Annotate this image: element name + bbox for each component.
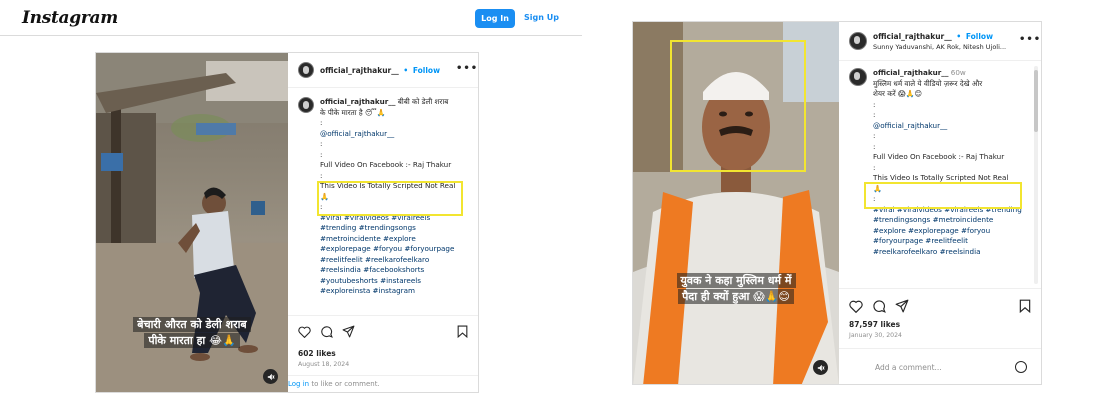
action-bar bbox=[298, 325, 355, 338]
highlight-box bbox=[670, 40, 806, 172]
follow-dot: • bbox=[956, 32, 962, 41]
emoji-icon[interactable] bbox=[1015, 361, 1027, 373]
caption-hashtags[interactable]: #explorepage #foryou #foryourpage bbox=[320, 244, 472, 255]
audio-credits[interactable]: Sunny Yaduvanshi, AK Rok, Nitesh Ujoli..… bbox=[873, 43, 1006, 51]
overlay-line-1: युवक ने कहा मुस्लिम धर्म में bbox=[676, 273, 796, 288]
caption-hashtags[interactable]: #reelsindia #facebookshorts bbox=[320, 265, 472, 276]
bookmark-icon bbox=[1019, 299, 1031, 313]
footer-separator bbox=[288, 375, 478, 376]
caption: official_rajthakur__ 60w मुस्लिम धर्म वा… bbox=[873, 68, 1033, 257]
caption-hashtags[interactable]: #reelitfeelit #reelkarofeelkaro bbox=[320, 255, 472, 266]
caption-colon: : bbox=[873, 131, 876, 140]
follow-button[interactable]: Follow bbox=[966, 32, 993, 41]
caption-full-video: Full Video On Facebook :- Raj Thakur bbox=[873, 152, 1005, 161]
mute-button[interactable] bbox=[813, 360, 828, 375]
caption-hashtags[interactable]: #trendingsongs #metroincidente bbox=[873, 215, 1033, 226]
comment-icon[interactable] bbox=[320, 325, 333, 338]
video-overlay-caption: युवक ने कहा मुस्लिम धर्म में पैदा ही क्य… bbox=[639, 273, 833, 304]
post-header-username: official_rajthakur__ • Follow bbox=[873, 32, 993, 41]
post-card-right: युवक ने कहा मुस्लिम धर्म में पैदा ही क्य… bbox=[632, 21, 1042, 385]
caption-text-line1: मुस्लिम धर्म वाले ये वीडियो ज़रूर देखे औ… bbox=[873, 78, 983, 88]
caption-hashtags[interactable]: #youtubeshorts #instareels bbox=[320, 276, 472, 287]
heart-icon[interactable] bbox=[298, 326, 311, 338]
post-video[interactable]: युवक ने कहा मुस्लिम धर्म में पैदा ही क्य… bbox=[633, 22, 839, 384]
bookmark-button[interactable] bbox=[1019, 299, 1031, 313]
highlight-box bbox=[317, 181, 463, 216]
highlight-box bbox=[864, 182, 1022, 209]
actions-separator bbox=[288, 315, 478, 316]
caption-colon: : bbox=[320, 170, 323, 180]
caption-avatar[interactable] bbox=[298, 97, 314, 113]
overlay-line-2: पैदा ही क्यों हुआ 😱🙏😊 bbox=[678, 289, 794, 304]
caption-hashtags[interactable]: #metroincidente #explore bbox=[320, 234, 472, 245]
actions-separator bbox=[839, 288, 1041, 289]
bookmark-icon bbox=[457, 325, 468, 338]
heart-icon[interactable] bbox=[849, 300, 863, 313]
caption-colon: : bbox=[873, 99, 876, 109]
like-count[interactable]: 87,597 likes bbox=[849, 320, 900, 329]
footer-separator bbox=[839, 348, 1041, 349]
overlay-line-1: बेचारी औरत को डेली शराब bbox=[133, 317, 251, 332]
post-header-username: official_rajthakur__ • Follow bbox=[320, 66, 440, 75]
share-icon[interactable] bbox=[342, 325, 355, 338]
caption-hashtags[interactable]: #reelkarofeelkaro #reelsindia bbox=[873, 247, 1033, 258]
username-link[interactable]: official_rajthakur__ bbox=[320, 66, 399, 75]
signup-link[interactable]: Sign Up bbox=[524, 13, 559, 22]
scrollbar-thumb[interactable] bbox=[1034, 70, 1038, 132]
instagram-logo[interactable]: Instagram bbox=[22, 8, 118, 28]
caption-hashtags[interactable]: #trending #trendingsongs bbox=[320, 223, 472, 234]
caption-hashtags[interactable]: #foryourpage #reelitfeelit bbox=[873, 236, 1033, 247]
like-count[interactable]: 602 likes bbox=[298, 349, 336, 358]
header-separator bbox=[839, 60, 1041, 61]
action-bar bbox=[849, 299, 909, 313]
caption-colon: : bbox=[320, 139, 323, 148]
caption-colon: : bbox=[873, 110, 876, 119]
mute-button[interactable] bbox=[263, 369, 278, 384]
comment-icon[interactable] bbox=[872, 299, 886, 313]
caption-username[interactable]: official_rajthakur__ bbox=[320, 97, 395, 106]
avatar[interactable] bbox=[849, 32, 867, 50]
more-options-icon[interactable]: ••• bbox=[1019, 34, 1041, 45]
caption-mention[interactable]: @official_rajthakur__ bbox=[873, 121, 1033, 132]
login-prompt-text: to like or comment. bbox=[309, 380, 380, 388]
share-icon[interactable] bbox=[895, 299, 909, 313]
caption-colon: : bbox=[873, 162, 876, 172]
login-button[interactable]: Log In bbox=[475, 9, 515, 28]
comment-input[interactable]: Add a comment... bbox=[875, 363, 942, 372]
video-overlay-caption: बेचारी औरत को डेली शराब पीके मारता हा 😂🙏 bbox=[104, 317, 280, 348]
post-video[interactable]: बेचारी औरत को डेली शराब पीके मारता हा 😂🙏 bbox=[96, 53, 288, 392]
header-separator bbox=[288, 87, 478, 88]
caption-text-line2: शेयर करें 😱🙏😊 bbox=[873, 89, 922, 98]
caption-text-line1: बीबी को डेली शराब bbox=[397, 97, 449, 106]
speaker-off-icon bbox=[817, 364, 825, 371]
caption-text-line2: के पीके मारता है 😴🙏 bbox=[320, 107, 386, 117]
follow-button[interactable]: Follow bbox=[413, 66, 440, 75]
bookmark-button[interactable] bbox=[457, 325, 468, 338]
caption-full-video: Full Video On Facebook :- Raj Thakur bbox=[320, 160, 452, 169]
caption-time-ago: 60w bbox=[950, 68, 966, 77]
caption-colon: : bbox=[873, 141, 876, 151]
post-side-panel: official_rajthakur__ • Follow Sunny Yadu… bbox=[839, 22, 1041, 384]
caption-mention[interactable]: @official_rajthakur__ bbox=[320, 129, 472, 140]
login-link[interactable]: Log in bbox=[288, 380, 309, 388]
avatar[interactable] bbox=[298, 62, 314, 78]
post-card-left: बेचारी औरत को डेली शराब पीके मारता हा 😂🙏… bbox=[95, 52, 479, 393]
follow-dot: • bbox=[403, 66, 409, 75]
header-divider bbox=[0, 35, 582, 36]
login-prompt: Log in to like or comment. bbox=[288, 380, 380, 388]
overlay-line-2: पीके मारता हा 😂🙏 bbox=[144, 333, 240, 348]
username-link[interactable]: official_rajthakur__ bbox=[873, 32, 952, 41]
caption-colon: : bbox=[320, 149, 323, 159]
post-side-panel: official_rajthakur__ • Follow ••• offici… bbox=[288, 53, 478, 392]
caption-colon: : bbox=[320, 118, 323, 127]
more-options-icon[interactable]: ••• bbox=[456, 63, 478, 74]
caption-avatar[interactable] bbox=[849, 68, 867, 86]
post-date: August 18, 2024 bbox=[298, 361, 350, 368]
caption-hashtags[interactable]: #exploreinsta #instagram bbox=[320, 286, 472, 297]
caption-username[interactable]: official_rajthakur__ bbox=[873, 68, 948, 77]
caption-hashtags[interactable]: #explore #explorepage #foryou bbox=[873, 226, 1033, 237]
speaker-off-icon bbox=[267, 373, 275, 380]
post-date: January 30, 2024 bbox=[849, 332, 902, 339]
